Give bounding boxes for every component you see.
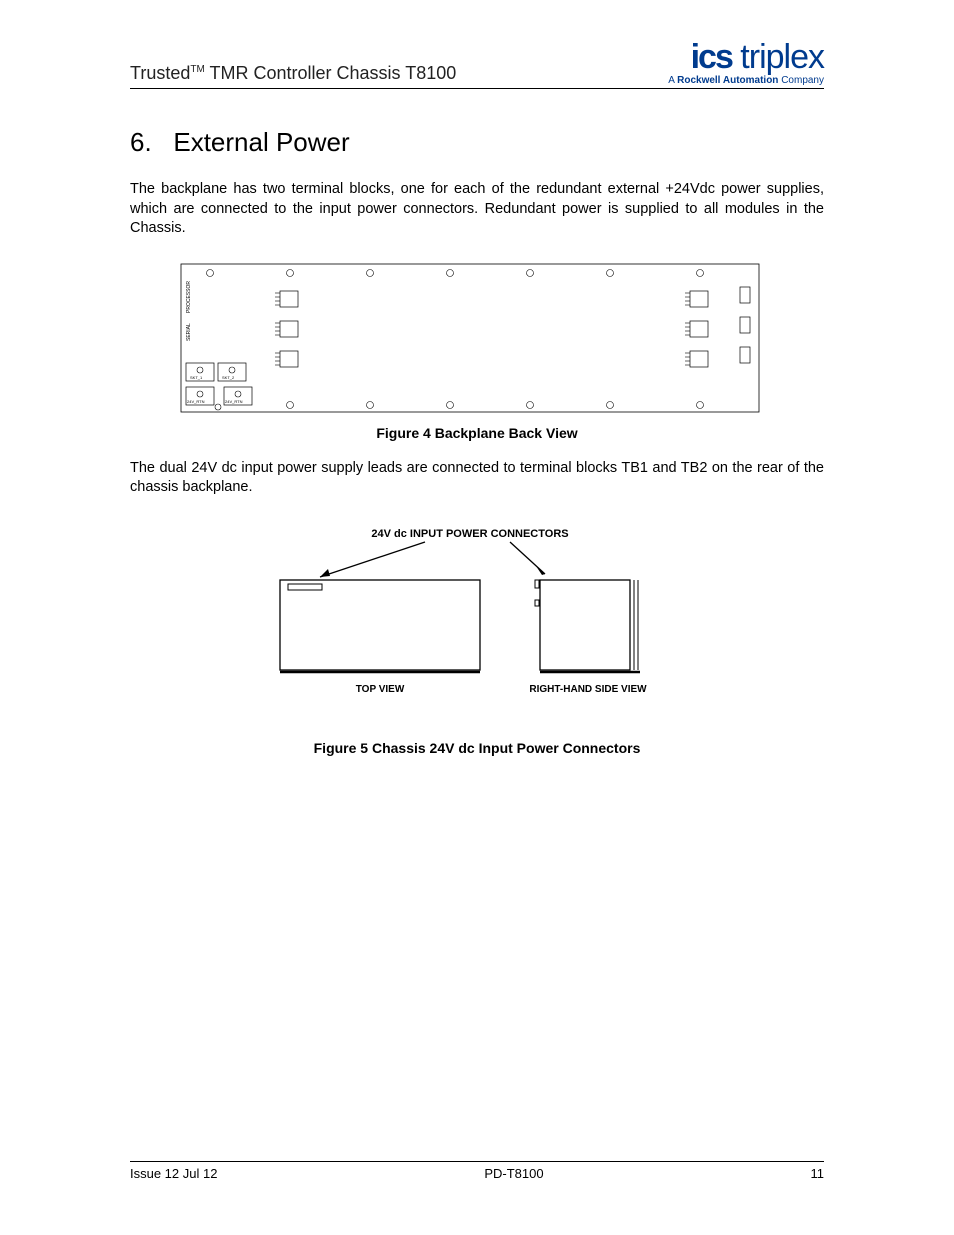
footer-page: 11 <box>810 1166 824 1181</box>
fig5-top-view: TOP VIEW <box>356 684 405 695</box>
figure-4-backplane: PROCESSOR SERIAL <box>180 263 760 413</box>
document-title: TrustedTM TMR Controller Chassis T8100 <box>130 63 456 86</box>
logo-light: triplex <box>732 38 824 76</box>
section-heading: 6. External Power <box>130 127 824 158</box>
fig5-side-view: RIGHT-HAND SIDE VIEW <box>529 684 647 695</box>
figure-5-caption: Figure 5 Chassis 24V dc Input Power Conn… <box>130 740 824 756</box>
fig5-title: 24V dc INPUT POWER CONNECTORS <box>371 528 568 540</box>
logo-bold: ics <box>691 38 732 76</box>
connector-group-left <box>275 291 298 367</box>
connector-group-right <box>685 291 708 367</box>
footer-docnum: PD-T8100 <box>484 1166 543 1181</box>
title-tm: TM <box>190 64 204 75</box>
connector-group-edge <box>740 287 750 363</box>
logo-sub-suffix: Company <box>778 75 824 86</box>
fig4-label-serial: SERIAL <box>186 323 192 341</box>
page-header: TrustedTM TMR Controller Chassis T8100 i… <box>130 40 824 89</box>
fig4-label-processor: PROCESSOR <box>186 280 192 312</box>
company-logo: ics triplex A Rockwell Automation Compan… <box>668 40 824 86</box>
title-rest: TMR Controller Chassis T8100 <box>205 63 456 83</box>
svg-text:24V_RTN: 24V_RTN <box>225 399 243 404</box>
logo-sub-prefix: A <box>668 75 677 86</box>
logo-subtitle: A Rockwell Automation Company <box>668 76 824 86</box>
logo-text: ics triplex <box>668 40 824 74</box>
figure-5-connectors: 24V dc INPUT POWER CONNECTORS TOP VIEW R… <box>270 522 670 712</box>
figure-4-caption: Figure 4 Backplane Back View <box>130 425 824 441</box>
svg-text:SKT_2: SKT_2 <box>222 375 235 380</box>
footer-issue: Issue 12 Jul 12 <box>130 1166 217 1181</box>
svg-text:SKT_1: SKT_1 <box>190 375 203 380</box>
socket-boxes: SKT_1 SKT_2 24V_RTN 24V_RTN <box>186 363 252 410</box>
page-footer: Issue 12 Jul 12 PD-T8100 11 <box>130 1161 824 1181</box>
paragraph-1: The backplane has two terminal blocks, o… <box>130 180 824 239</box>
svg-text:24V_RTN: 24V_RTN <box>187 399 205 404</box>
title-prefix: Trusted <box>130 63 190 83</box>
section-number: 6. <box>130 127 152 157</box>
paragraph-2: The dual 24V dc input power supply leads… <box>130 459 824 498</box>
section-title-text: External Power <box>173 127 349 157</box>
logo-sub-bold: Rockwell Automation <box>677 75 778 86</box>
